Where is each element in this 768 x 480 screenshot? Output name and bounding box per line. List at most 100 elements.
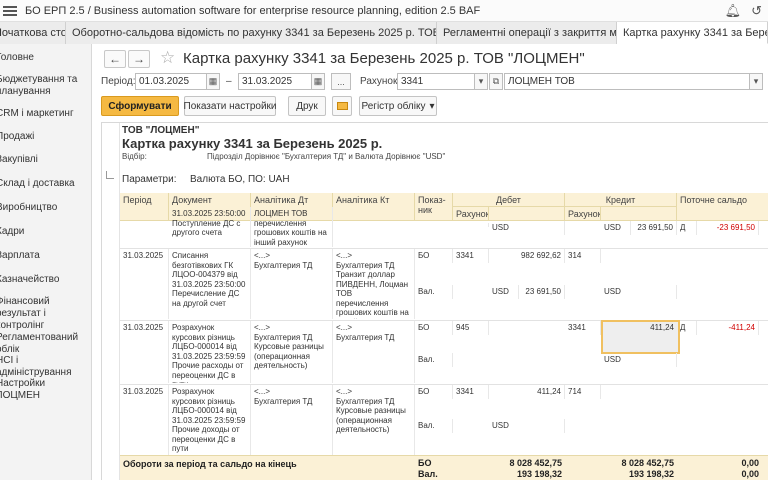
totals-label: Обороти за період та сальдо на кінець [123,459,297,469]
tab-label: Початкова сторінка [0,27,65,39]
col-header-account-kt: Рахунок [565,207,601,221]
totals-row: Обороти за період та сальдо на кінець БО… [120,455,768,480]
back-button[interactable]: ← [104,50,126,68]
hamburger-menu-icon[interactable] [3,5,17,16]
row2-account-dt: 945 [453,321,489,335]
report-table: Період Документ Аналітика Дт Аналітика К… [120,193,768,480]
totals-debit-bo: 8 028 452,75 [509,458,562,468]
col-header-amount-kt [601,207,677,221]
tab-label: Картка рахунку 3341 за Березень 2025 р. … [623,26,767,39]
sidebar-item-financial-result[interactable]: Фінансовий результат і контролінг [0,296,91,332]
sidebar-item-production[interactable]: Виробництво [0,202,91,214]
totals-balance-val: 0,00 [741,469,759,479]
row2-indicator-bo: БО [415,321,453,335]
chevron-down-icon[interactable]: ▾ [749,73,763,90]
calendar-icon[interactable]: ▦ [206,73,220,90]
selection-value: Підрозділ Дорівнює "Бухгалтерия ТД" и Ва… [207,152,446,161]
tab-trial-balance[interactable]: Оборотно-сальдова відомість по рахунку 3… [66,22,437,44]
tab-label: Регламентні операції з закриття місяця [443,27,617,39]
sidebar-item-treasury[interactable]: Казначейство [0,274,91,286]
col-header-amount-dt [489,207,565,221]
row2-amount-kt: 411,24 [650,323,674,332]
sidebar-item-warehouse[interactable]: Склад і доставка [0,178,91,190]
arrow-right-icon: → [133,52,145,66]
row1-document[interactable]: Списання безготівкових ГК ЛЦОО-004379 ві… [169,249,251,319]
show-settings-button[interactable]: Показати настройки [184,96,277,116]
row2-indicator-val: Вал. [415,353,453,367]
registry-button-label: Регістр обліку [361,100,426,112]
registry-dropdown-button[interactable]: Регістр обліку ▾ [359,96,437,116]
totals-balance-bo: 0,00 [741,458,759,468]
chevron-down-icon: ▾ [429,100,435,112]
col-header-credit: Кредит [565,193,677,207]
row3-account-kt: 714 [565,385,601,399]
period-to-field[interactable]: 31.03.2025 [238,73,312,90]
row1-analytics-kt: <...> Бухгалтерия ТД Транзит доллар ПИВД… [333,249,415,319]
sidebar-item-payroll[interactable]: Зарплата [0,250,91,262]
report-sheet[interactable]: ТОВ "ЛОЦМЕН" Картка рахунку 3341 за Бере… [101,122,768,480]
row2-analytics-kt: <...> Бухгалтерия ТД [333,321,415,383]
period-dash: – [226,76,232,87]
account-label: Рахунок: [360,76,401,87]
sidebar: Головне Бюджетування та планування CRM і… [0,44,92,480]
col-header-analytics-kt: Аналітика Кт [333,193,415,221]
chevron-down-icon[interactable]: ▾ [474,73,488,90]
row2-balance-dk: Д [677,321,697,335]
forward-button[interactable]: → [128,50,150,68]
tab-label: Оборотно-сальдова відомість по рахунку 3… [72,27,436,39]
tab-month-closing[interactable]: Регламентні операції з закриття місяця ✕ [437,22,617,44]
report-organization: ТОВ "ЛОЦМЕН" [122,125,200,136]
row1-account-dt: 3341 [453,249,489,263]
generate-button[interactable]: Сформувати [101,96,179,116]
sidebar-item-crm[interactable]: CRM і маркетинг [0,108,91,120]
tree-connector [106,171,114,179]
period-from-field[interactable]: 01.03.2025 [135,73,207,90]
parameters-value: Валюта БО, ПО: UAH [190,174,290,185]
account-field[interactable]: 3341 [397,73,475,90]
row2-balance: -411,24 [697,321,759,335]
title-bar: БО ЕРП 2.5 / Business automation softwar… [0,0,768,22]
col-header-period: Період [120,193,169,221]
totals-credit-bo: 8 028 452,75 [621,458,674,468]
tab-bar: Початкова сторінка Оборотно-сальдова від… [0,22,768,44]
envelope-icon [336,102,348,110]
row1-period: 31.03.2025 [120,249,169,319]
row3-indicator-bo: БО [415,385,453,399]
row0-balance-dk: Д [677,221,697,235]
email-button[interactable] [332,96,352,116]
sidebar-item-purchases[interactable]: Закупівлі [0,154,91,166]
row3-account-dt: 3341 [453,385,489,399]
tab-home[interactable]: Початкова сторінка [0,22,66,44]
open-icon[interactable]: ⧉ [489,73,503,90]
sidebar-item-settings[interactable]: Настройки ЛОЦМЕН [0,378,91,402]
sidebar-item-sales[interactable]: Продажі [0,131,91,143]
totals-indicator-bo: БО [418,458,432,468]
print-button[interactable]: Друк [288,96,326,116]
report-title: Картка рахунку 3341 за Березень 2025 р. [122,136,383,151]
organization-field[interactable]: ЛОЦМЕН ТОВ [504,73,750,90]
row3-indicator-val: Вал. [415,419,453,433]
col-header-indicator: Показ- ник [415,193,453,221]
period-select-button[interactable]: ... [331,73,351,90]
favorite-star-icon[interactable]: ☆ [160,48,175,68]
bell-icon[interactable]: 🔔︎ [725,3,742,19]
row3-period: 31.03.2025 [120,385,169,455]
row2-document[interactable]: Розрахунок курсових різниць ЛЦБО-000014 … [169,321,251,383]
row3-document[interactable]: Розрахунок курсових різниць ЛЦБО-000014 … [169,385,251,455]
calendar-icon[interactable]: ▦ [311,73,325,90]
sidebar-item-admin[interactable]: НСІ і адміністрування [0,355,91,379]
totals-debit-val: 193 198,32 [516,469,562,479]
sidebar-item-budgeting[interactable]: Бюджетування та планування [0,74,91,98]
tab-account-card[interactable]: Картка рахунку 3341 за Березень 2025 р. … [617,22,768,44]
totals-credit-val: 193 198,32 [628,469,674,479]
sidebar-item-hr[interactable]: Кадри [0,226,91,238]
row0-document[interactable]: 31.03.2025 23:50:00 Поступление ДС с дру… [169,207,251,247]
sidebar-item-main[interactable]: Головне [0,52,91,64]
col-header-account-dt: Рахунок [453,207,489,221]
row0-analytics-dt: ЛОЦМЕН ТОВ перечислення грошових коштів … [251,207,333,247]
row3-amount-dt: 411,24 [489,385,565,399]
page-title: Картка рахунку 3341 за Березень 2025 р. … [183,50,585,67]
history-icon[interactable]: ↺ [751,3,762,19]
row1-indicator-bo: БО [415,249,453,263]
sidebar-item-regulated-accounting[interactable]: Регламентований облік [0,332,91,356]
